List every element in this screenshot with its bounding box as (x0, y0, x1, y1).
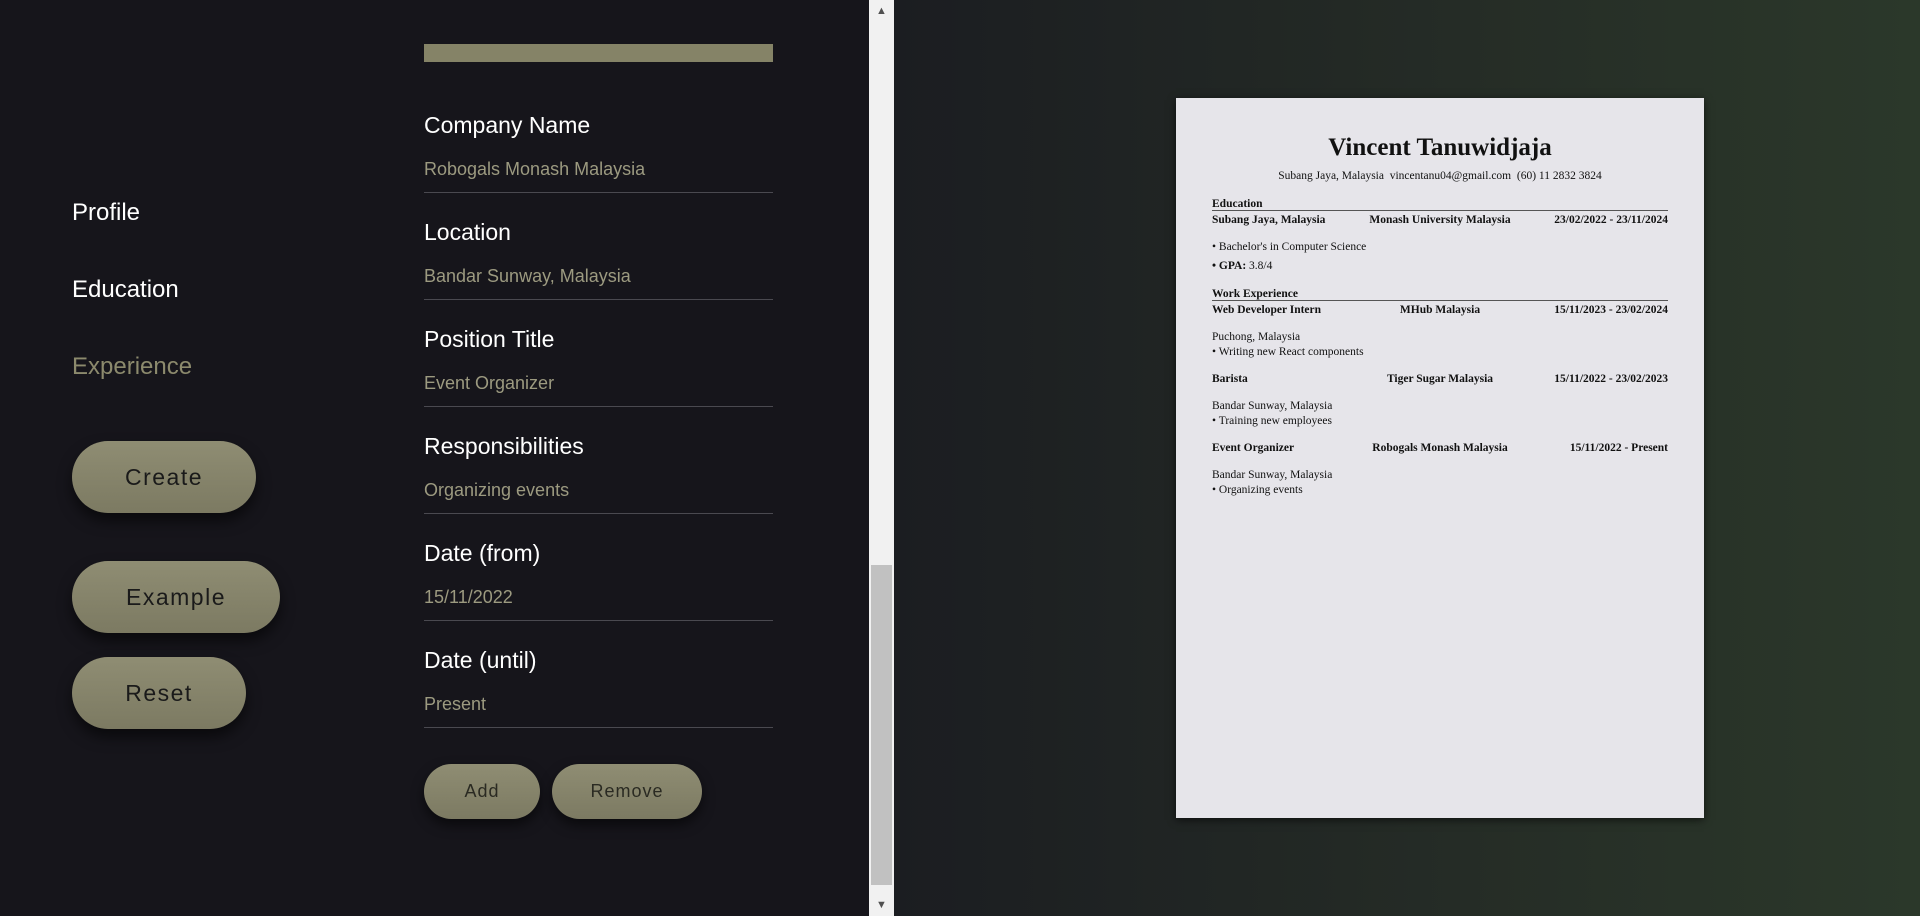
editor-scrollbar[interactable]: ▲ ▼ (869, 0, 894, 916)
location-input[interactable] (424, 266, 773, 287)
scroll-up-icon[interactable]: ▲ (869, 0, 894, 22)
job-location: Bandar Sunway, Malaysia (1212, 469, 1333, 481)
preview-pane: Vincent Tanuwidjaja Subang Jaya, Malaysi… (894, 0, 1920, 916)
editor-pane: Profile Education Experience Create Exam… (0, 0, 869, 916)
education-dates: 23/02/2022 - 23/11/2024 (1554, 214, 1668, 226)
work-experience-heading: Work Experience (1212, 288, 1668, 301)
date-from-label: Date (from) (424, 540, 541, 566)
date-from-underline (424, 620, 773, 621)
add-button[interactable]: Add (424, 764, 540, 819)
date-until-label: Date (until) (424, 647, 537, 673)
resume-name: Vincent Tanuwidjaja (1328, 134, 1552, 161)
company-name-label: Company Name (424, 112, 591, 138)
job-duty: • Organizing events (1212, 484, 1303, 496)
job-location: Bandar Sunway, Malaysia (1212, 400, 1333, 412)
job-dates: 15/11/2023 - 23/02/2024 (1554, 304, 1668, 316)
reset-button[interactable]: Reset (72, 657, 246, 729)
job-dates: 15/11/2022 - 23/02/2023 (1554, 373, 1668, 385)
date-from-input[interactable] (424, 587, 773, 608)
education-heading: Education (1212, 198, 1668, 211)
job-row: Web Developer Intern MHub Malaysia 15/11… (1212, 304, 1668, 318)
scroll-thumb[interactable] (871, 565, 892, 885)
gpa-value: 3.8/4 (1246, 260, 1273, 272)
location-label: Location (424, 219, 511, 245)
position-title-underline (424, 406, 773, 407)
nav-experience[interactable]: Experience (72, 355, 192, 379)
company-name-input[interactable] (424, 159, 773, 180)
scroll-down-icon[interactable]: ▼ (869, 894, 894, 916)
nav-education[interactable]: Education (72, 278, 179, 302)
resume-contact: Subang Jaya, Malaysia vincentanu04@gmail… (1278, 170, 1602, 182)
resume-page: Vincent Tanuwidjaja Subang Jaya, Malaysi… (1176, 98, 1704, 818)
nav-profile[interactable]: Profile (72, 201, 140, 225)
date-until-underline (424, 727, 773, 728)
job-duty: • Writing new React components (1212, 346, 1364, 358)
education-degree: • Bachelor's in Computer Science (1212, 241, 1367, 253)
location-underline (424, 299, 773, 300)
job-location: Puchong, Malaysia (1212, 331, 1301, 343)
remove-button[interactable]: Remove (552, 764, 702, 819)
position-title-input[interactable] (424, 373, 773, 394)
job-row: Event Organizer Robogals Monash Malaysia… (1212, 442, 1668, 456)
position-title-label: Position Title (424, 326, 555, 352)
education-row: Subang Jaya, Malaysia Monash University … (1212, 214, 1668, 228)
responsibilities-label: Responsibilities (424, 433, 584, 459)
job-duty: • Training new employees (1212, 415, 1332, 427)
responsibilities-input[interactable] (424, 480, 773, 501)
date-until-input[interactable] (424, 694, 773, 715)
previous-entry-bar (424, 44, 773, 62)
job-dates: 15/11/2022 - Present (1569, 442, 1668, 454)
responsibilities-underline (424, 513, 773, 514)
job-row: Barista Tiger Sugar Malaysia 15/11/2022 … (1212, 373, 1668, 387)
experience-form: Company Name Location Position Title Res… (424, 0, 773, 916)
create-button[interactable]: Create (72, 441, 256, 513)
education-gpa: • GPA: 3.8/4 (1212, 260, 1272, 272)
example-button[interactable]: Example (72, 561, 280, 633)
gpa-label: • GPA: (1212, 260, 1247, 272)
company-name-underline (424, 192, 773, 193)
